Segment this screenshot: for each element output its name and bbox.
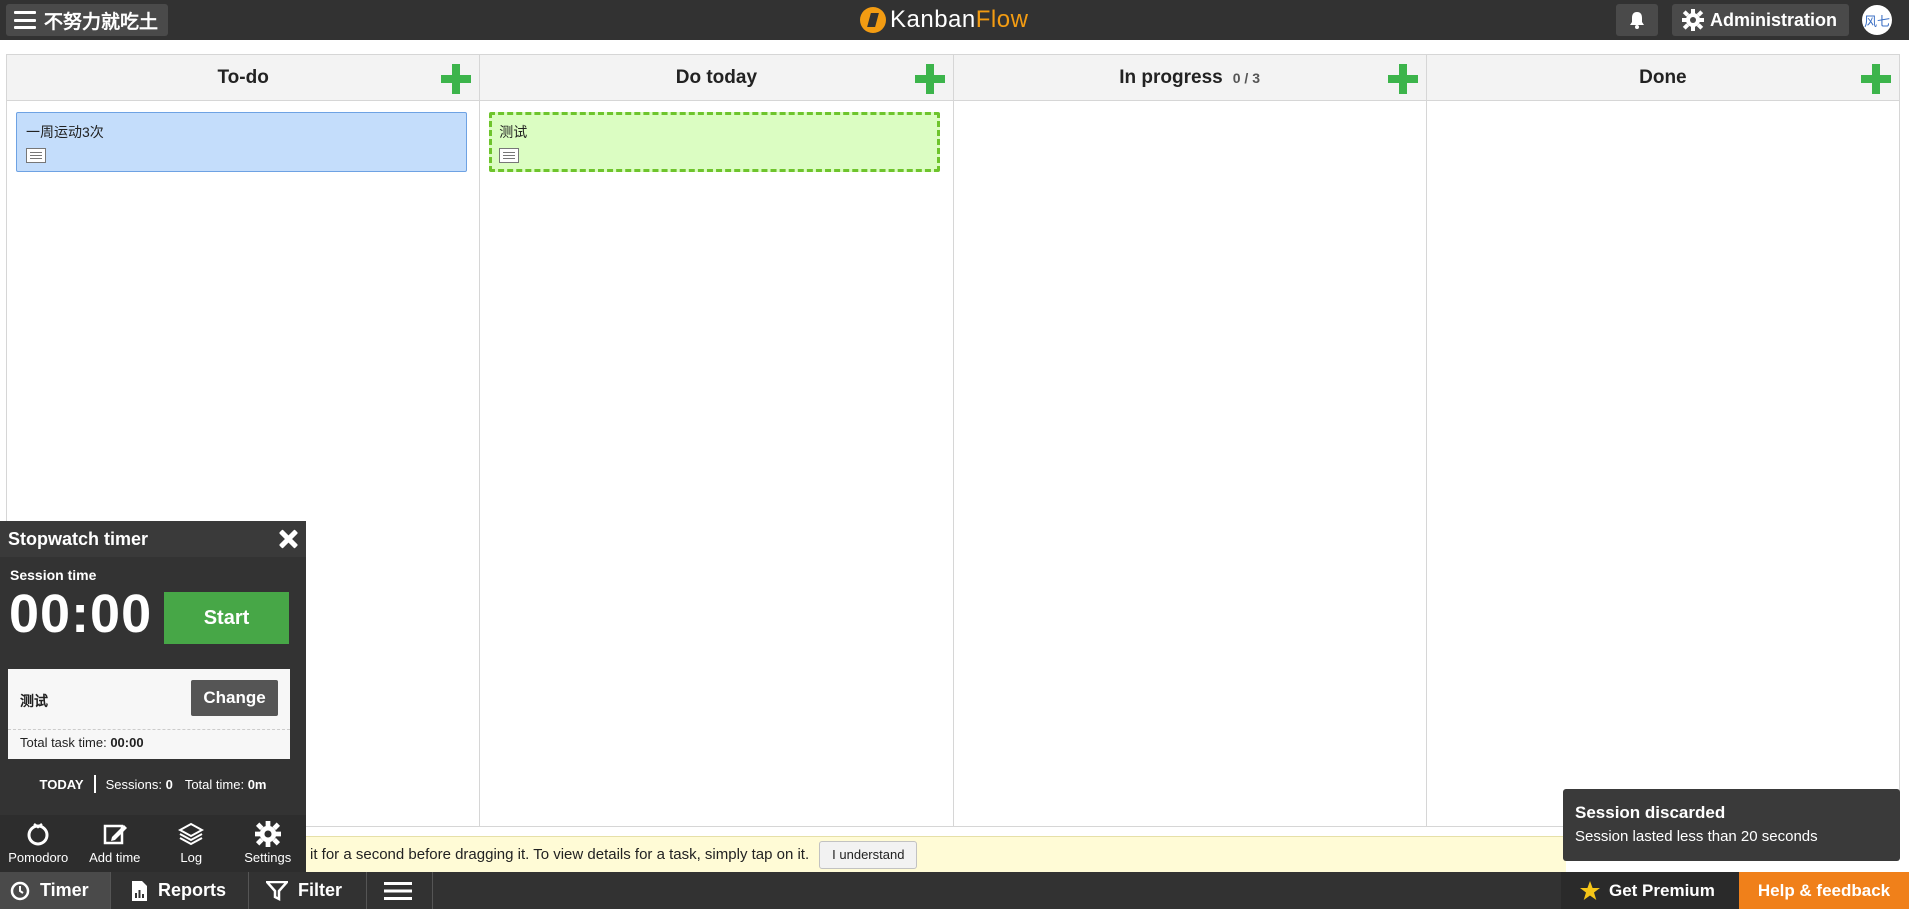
hamburger-icon <box>14 11 36 29</box>
column-done: Done <box>1426 55 1899 826</box>
get-premium-button[interactable]: Get Premium <box>1561 872 1739 909</box>
session-time-label: Session time <box>10 567 97 583</box>
divider <box>110 872 111 909</box>
timer-toolbar: Pomodoro Add time Log Settings <box>0 815 306 872</box>
change-task-button[interactable]: Change <box>191 680 278 716</box>
administration-label: Administration <box>1710 9 1838 30</box>
column-header: Done <box>1426 55 1899 101</box>
description-icon <box>499 148 520 163</box>
hint-bar: it for a second before dragging it. To v… <box>306 836 1566 872</box>
description-icon <box>26 148 46 163</box>
column-header: Do today <box>480 55 953 101</box>
board-menu-button[interactable]: 不努力就吃土 <box>6 4 169 36</box>
column-title: In progress <box>1119 66 1223 88</box>
pomodoro-icon <box>27 823 49 846</box>
task-title: 一周运动3次 <box>26 124 104 140</box>
timer-task-name: 测试 <box>20 693 48 709</box>
notifications-button[interactable] <box>1616 4 1658 36</box>
column-header: In progress 0 / 3 <box>953 55 1426 101</box>
toast-title: Session discarded <box>1575 803 1726 822</box>
divider <box>248 872 249 909</box>
divider <box>93 775 96 793</box>
wip-limit: 0 / 3 <box>1232 69 1260 86</box>
administration-button[interactable]: Administration <box>1672 4 1850 36</box>
hint-text: it for a second before dragging it. To v… <box>310 846 810 863</box>
timer-tab[interactable]: Timer <box>0 872 110 909</box>
clock-icon <box>10 881 30 900</box>
hamburger-icon <box>384 881 412 900</box>
avatar[interactable]: 风七 <box>1862 5 1892 35</box>
session-discarded-toast[interactable]: Session discarded Session lasted less th… <box>1563 789 1900 861</box>
task-title: 测试 <box>499 124 528 140</box>
bottom-bar: Timer Reports Filter Get Premium Help & … <box>0 872 1909 909</box>
gear-icon <box>254 821 281 847</box>
timer-title: Stopwatch timer <box>8 528 149 549</box>
today-stats: TODAY Sessions: 0 Total time: 0m <box>0 775 306 793</box>
timer-header: Stopwatch timer <box>0 521 306 557</box>
kanbanflow-logo[interactable]: KanbanFlow <box>860 6 1028 34</box>
task-card[interactable]: 测试 <box>489 112 941 172</box>
more-menu-button[interactable] <box>384 872 422 909</box>
add-time-button[interactable]: Add time <box>77 815 154 872</box>
timer-task-box: 测试 Change Total task time: 00:00 <box>8 669 290 759</box>
gear-icon <box>1682 9 1704 31</box>
sessions-value: 0 <box>165 776 173 792</box>
column-title: To-do <box>217 66 269 88</box>
total-task-time: Total task time: 00:00 <box>20 735 144 750</box>
reports-tab[interactable]: Reports <box>130 872 226 909</box>
divider <box>366 872 367 909</box>
total-time-value: 0m <box>247 776 267 792</box>
add-task-icon[interactable] <box>914 64 945 94</box>
toast-message: Session lasted less than 20 seconds <box>1575 828 1818 845</box>
column-title: Do today <box>675 66 758 88</box>
top-bar: 不努力就吃土 KanbanFlow Administration 风七 <box>0 0 1909 40</box>
help-feedback-button[interactable]: Help & feedback <box>1739 872 1909 909</box>
logo-text-kanban: Kanban <box>890 6 976 33</box>
pomodoro-button[interactable]: Pomodoro <box>0 815 77 872</box>
task-card[interactable]: 一周运动3次 <box>16 112 467 172</box>
board-name: 不努力就吃土 <box>44 11 159 33</box>
logo-icon <box>860 7 886 33</box>
add-task-icon[interactable] <box>441 64 472 94</box>
settings-button[interactable]: Settings <box>230 815 307 872</box>
stopwatch-timer-panel: Stopwatch timer Session time 00:00 Start… <box>0 521 306 872</box>
total-time-label: Total time: <box>184 776 245 792</box>
close-icon[interactable] <box>278 529 298 549</box>
add-task-icon[interactable] <box>1861 64 1891 94</box>
logo-text-flow: Flow <box>975 6 1029 33</box>
add-task-icon[interactable] <box>1387 64 1418 94</box>
edit-icon <box>103 824 127 845</box>
session-time-display: 00:00 <box>9 584 153 644</box>
column-in-progress: In progress 0 / 3 <box>953 55 1427 826</box>
column-title: Done <box>1639 66 1687 88</box>
filter-tab[interactable]: Filter <box>266 872 342 909</box>
today-label: TODAY <box>39 776 84 792</box>
understand-button[interactable]: I understand <box>819 840 918 869</box>
log-button[interactable]: Log <box>153 815 230 872</box>
star-icon <box>1580 880 1600 900</box>
reports-icon <box>132 880 147 901</box>
sessions-label: Sessions: <box>105 776 162 792</box>
column-header: To-do <box>7 55 480 101</box>
bell-icon <box>1630 12 1644 29</box>
divider <box>432 872 433 909</box>
start-button[interactable]: Start <box>164 592 289 644</box>
layers-icon <box>178 822 205 846</box>
filter-icon <box>266 880 288 901</box>
divider <box>8 729 290 730</box>
column-do-today: Do today 测试 <box>480 55 954 826</box>
